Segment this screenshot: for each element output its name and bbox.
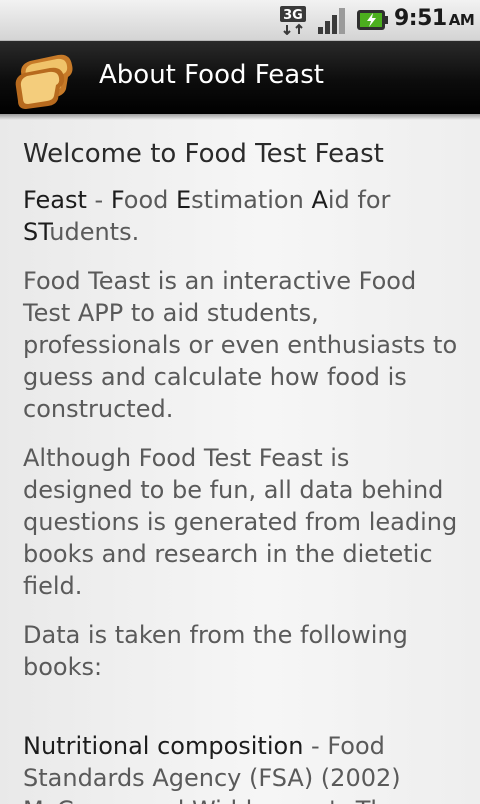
- app-title-bar: About Food Feast: [0, 41, 480, 114]
- acronym-word: Feast: [23, 186, 87, 214]
- acronym-paragraph: Feast - Food Estimation Aid for STudents…: [23, 184, 463, 248]
- welcome-heading: Welcome to Food Test Feast: [23, 139, 384, 169]
- acronym-letter-f: F: [110, 186, 124, 214]
- book-title: Nutritional composition: [23, 732, 304, 760]
- book-entry-partial: McCance and Widdowson's The: [23, 794, 463, 804]
- data-source-paragraph: Although Food Test Feast is designed to …: [23, 444, 458, 600]
- clock-ampm: AM: [448, 11, 475, 29]
- book-entry: Nutritional composition - Food Standards…: [23, 730, 463, 794]
- network-type-label: 3G: [283, 8, 303, 23]
- acronym-part-stimation: stimation: [191, 186, 312, 214]
- acronym-part-udents: udents.: [49, 218, 140, 246]
- acronym-part-id-for: id for: [327, 186, 391, 214]
- acronym-letter-e: E: [176, 186, 192, 214]
- status-clock: 9:51 AM: [394, 6, 475, 31]
- battery-charging-icon: [357, 10, 388, 30]
- signal-strength-icon: [318, 8, 345, 34]
- toast-icon[interactable]: [10, 43, 80, 113]
- acronym-separator: -: [86, 186, 111, 214]
- clock-time: 9:51: [394, 6, 447, 31]
- description-paragraph: Food Teast is an interactive Food Test A…: [23, 267, 458, 423]
- page-title: About Food Feast: [99, 60, 324, 90]
- title-bar-shadow: [0, 114, 480, 120]
- acronym-part-ood: ood: [123, 186, 176, 214]
- status-bar: 3G 9:51 AM: [0, 0, 480, 41]
- about-text-container: Welcome to Food Test Feast Feast - Food …: [23, 138, 463, 804]
- books-intro-paragraph: Data is taken from the following books:: [23, 621, 408, 681]
- 3g-data-icon: 3G: [280, 6, 306, 35]
- acronym-letter-a: A: [311, 186, 328, 214]
- about-content[interactable]: Welcome to Food Test Feast Feast - Food …: [0, 114, 480, 804]
- acronym-letters-st: ST: [23, 218, 50, 246]
